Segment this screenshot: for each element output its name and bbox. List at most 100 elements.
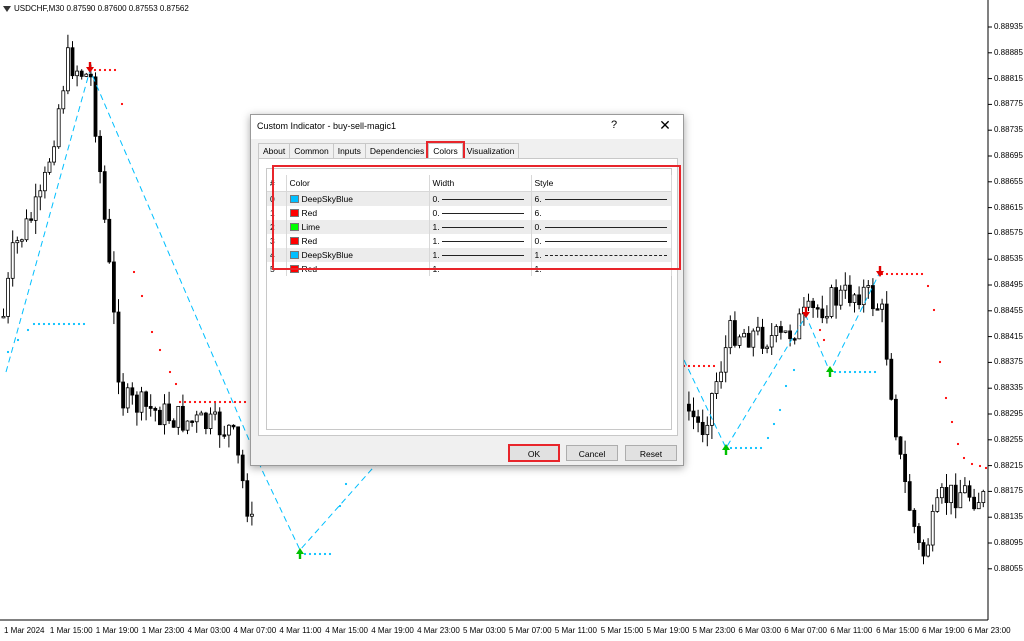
candle-body xyxy=(949,484,953,504)
candle-body xyxy=(75,70,79,77)
width-cell[interactable]: 1. xyxy=(429,248,532,262)
color-name: Lime xyxy=(301,222,320,232)
width-cell[interactable]: 1. xyxy=(429,234,532,248)
symbol-info: USDCHF,M30 0.87590 0.87600 0.87553 0.875… xyxy=(3,4,189,13)
buy-stop-dots xyxy=(759,446,763,450)
style-cell[interactable]: 6. xyxy=(531,206,672,220)
style-cell[interactable]: 1. xyxy=(531,248,672,262)
reset-button[interactable]: Reset xyxy=(625,445,677,461)
width-value: 0. xyxy=(432,194,440,204)
color-row[interactable]: 5 Red 1. 1. xyxy=(267,262,672,276)
buy-stop-dots xyxy=(303,552,307,556)
help-icon[interactable]: ? xyxy=(607,119,621,131)
buy-stop-dots xyxy=(853,370,857,374)
style-cell[interactable]: 0. xyxy=(531,234,672,248)
buy-stop-dots xyxy=(82,322,86,326)
buy-stop-dots xyxy=(729,446,733,450)
buy-stop-dots xyxy=(26,328,30,332)
time-tick-label: 4 Mar 23:00 xyxy=(417,626,460,635)
color-cell[interactable]: Red xyxy=(286,262,430,276)
row-index: 1 xyxy=(267,206,287,220)
candle-body xyxy=(194,414,199,423)
candle-body xyxy=(139,391,144,413)
sell-stop-dots xyxy=(243,400,247,404)
buy-stop-dots xyxy=(16,338,20,342)
buy-arrow-icon xyxy=(296,548,304,559)
dialog-titlebar[interactable]: Custom Indicator - buy-sell-magic1 ? ✕ xyxy=(251,115,683,139)
color-row[interactable]: 4 DeepSkyBlue 1. 1. xyxy=(267,248,672,262)
style-cell[interactable]: 0. xyxy=(531,220,672,234)
color-row[interactable]: 1 Red 0. 6. xyxy=(267,206,672,220)
candle-body xyxy=(838,289,843,306)
candle-body xyxy=(10,242,15,279)
style-cell[interactable]: 6. xyxy=(531,191,672,206)
candle-body xyxy=(894,398,898,438)
candle-body xyxy=(760,326,765,349)
sell-stop-dots xyxy=(174,382,178,386)
width-line-sample xyxy=(441,213,524,215)
width-cell[interactable]: 1. xyxy=(429,220,532,234)
sell-stop-dots xyxy=(228,400,232,404)
cancel-button[interactable]: Cancel xyxy=(566,445,618,461)
close-icon[interactable]: ✕ xyxy=(657,117,673,134)
color-cell[interactable]: Red xyxy=(286,206,430,220)
candle-body xyxy=(857,294,861,306)
colors-grid[interactable]: # Color Width Style 0 DeepSkyBlue 0. 6. 1 Red… xyxy=(266,168,672,430)
candle-body xyxy=(15,240,20,244)
width-value: 0. xyxy=(432,208,440,218)
color-name: DeepSkyBlue xyxy=(301,250,354,260)
width-line-sample xyxy=(441,227,524,229)
candle-body xyxy=(903,453,907,483)
candle-body xyxy=(112,261,116,313)
candle-body xyxy=(719,371,723,383)
width-line-sample xyxy=(441,269,524,271)
candle-body xyxy=(61,90,66,110)
time-tick-label: 1 Mar 19:00 xyxy=(95,626,139,635)
time-tick-label: 5 Mar 03:00 xyxy=(463,626,506,635)
style-value: 6. xyxy=(534,208,542,218)
sell-stop-dots xyxy=(183,400,187,404)
sell-stop-dots xyxy=(238,400,242,404)
color-cell[interactable]: Red xyxy=(286,234,430,248)
candle-body xyxy=(130,387,135,396)
color-row[interactable]: 2 Lime 1. 0. xyxy=(267,220,672,234)
candle-body xyxy=(231,424,236,428)
width-cell[interactable]: 0. xyxy=(429,191,532,206)
time-tick-label: 5 Mar 15:00 xyxy=(600,626,644,635)
row-index: 2 xyxy=(267,220,287,234)
style-cell[interactable]: 1. xyxy=(531,262,672,276)
tab-colors[interactable]: Colors xyxy=(428,143,463,159)
candle-body xyxy=(89,73,93,78)
width-cell[interactable]: 1. xyxy=(429,262,532,276)
buy-stop-dots xyxy=(67,322,71,326)
candle-body xyxy=(972,496,976,510)
color-cell[interactable]: DeepSkyBlue xyxy=(286,248,430,262)
buy-stop-dots xyxy=(838,370,842,374)
tab-common[interactable]: Common xyxy=(289,143,334,158)
buy-stop-dots xyxy=(833,370,837,374)
candle-body xyxy=(6,277,10,317)
color-row[interactable]: 3 Red 1. 0. xyxy=(267,234,672,248)
candle-body xyxy=(98,135,102,173)
tab-dependencies[interactable]: Dependencies xyxy=(364,143,430,158)
width-cell[interactable]: 0. xyxy=(429,206,532,220)
candle-body xyxy=(19,239,24,242)
collapse-triangle-icon[interactable] xyxy=(3,5,11,12)
tab-inputs[interactable]: Inputs xyxy=(332,143,366,158)
row-index: 0 xyxy=(267,191,287,206)
color-cell[interactable]: DeepSkyBlue xyxy=(286,191,430,206)
price-tick-label: 0.88615 xyxy=(994,202,1023,212)
buy-stop-dots xyxy=(784,384,788,388)
sell-stop-dots xyxy=(140,294,144,298)
buy-stop-dots xyxy=(47,322,51,326)
color-row[interactable]: 0 DeepSkyBlue 0. 6. xyxy=(267,191,672,206)
color-cell[interactable]: Lime xyxy=(286,220,430,234)
price-tick-label: 0.88535 xyxy=(994,254,1023,264)
sell-stop-dots xyxy=(150,330,154,334)
ok-button[interactable]: OK xyxy=(508,445,560,461)
tab-about[interactable]: About xyxy=(258,143,291,158)
buy-stop-dots xyxy=(328,552,332,556)
tab-visualization[interactable]: Visualization xyxy=(461,143,520,158)
price-tick-label: 0.88055 xyxy=(994,563,1023,573)
style-line-sample xyxy=(544,269,667,271)
